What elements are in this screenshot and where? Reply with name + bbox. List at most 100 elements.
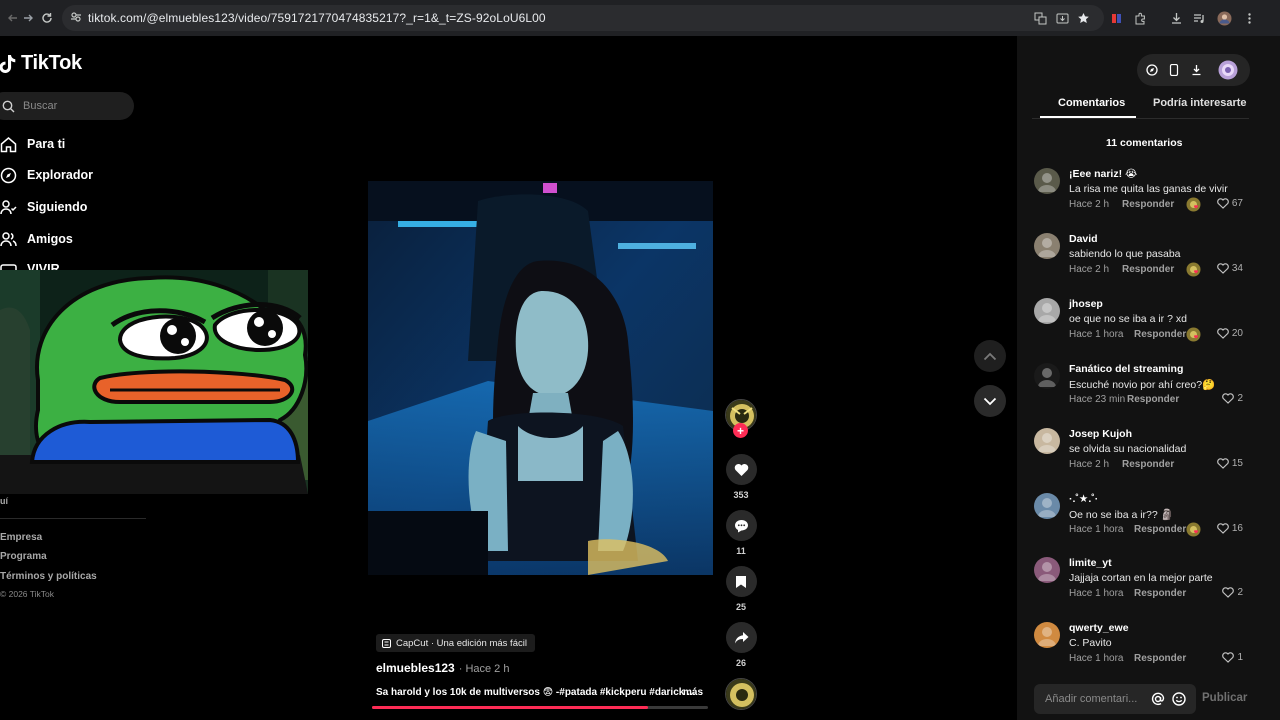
comment-like-count: 1 <box>1237 652 1243 663</box>
nav-item-siguiendo[interactable]: Siguiendo <box>0 197 87 217</box>
reply-button[interactable]: Responder <box>1122 459 1174 470</box>
capcut-badge[interactable]: CapCut · Una edición más fácil <box>376 634 535 652</box>
bookmark-star-icon[interactable] <box>1073 7 1095 29</box>
comment-like-button[interactable]: 2 <box>1222 587 1243 598</box>
translate-icon[interactable] <box>1030 7 1052 29</box>
comment-circle <box>725 510 757 541</box>
comment-item: ·.˚★.˚· Oe no se iba a ir?? 🗿 Hace 1 hora R… <box>1034 493 1249 543</box>
video-player[interactable] <box>368 181 713 575</box>
comment-avatar[interactable] <box>1034 168 1060 194</box>
emoji-icon[interactable] <box>1172 692 1186 706</box>
site-settings-icon[interactable] <box>70 11 82 23</box>
comment-username[interactable]: David <box>1069 233 1098 245</box>
comment-avatar[interactable] <box>1034 622 1060 648</box>
user-avatar[interactable] <box>1217 59 1239 81</box>
install-app-icon[interactable] <box>1052 7 1074 29</box>
comment-avatar[interactable] <box>1034 493 1060 519</box>
follow-plus-icon[interactable]: + <box>733 423 748 438</box>
download-icon[interactable] <box>1166 7 1188 29</box>
address-bar[interactable]: tiktok.com/@elmuebles123/video/759172177… <box>62 5 1104 31</box>
comment-like-button[interactable]: 1 <box>1222 652 1243 663</box>
reply-button[interactable]: Responder <box>1134 329 1186 340</box>
share-icon <box>734 631 748 643</box>
video-progress-bar[interactable] <box>372 706 708 709</box>
comment-username[interactable]: Fanático del streaming <box>1069 363 1183 375</box>
comment-username[interactable]: Josep Kujoh <box>1069 428 1132 440</box>
comment-like-button[interactable]: 20 <box>1217 328 1243 339</box>
sound-disc-button[interactable] <box>725 678 757 710</box>
footer-link-programa[interactable]: Programa <box>0 551 47 562</box>
comment-item: jhosep oe que no se iba a ir ? xd Hace 1 h… <box>1034 298 1249 348</box>
creator-avatar-button[interactable]: + <box>725 399 757 438</box>
nav-item-explorador[interactable]: Explorador <box>0 165 93 185</box>
tab-comentarios[interactable]: Comentarios <box>1058 97 1125 109</box>
tiktok-note-icon <box>0 54 16 73</box>
tab-podria-interesarte[interactable]: Podría interesarte <box>1153 97 1247 109</box>
comment-like-button[interactable]: 2 <box>1222 393 1243 404</box>
comment-count: 11 <box>736 546 746 556</box>
comment-avatar[interactable] <box>1034 428 1060 454</box>
author-username[interactable]: elmuebles123 <box>376 661 455 675</box>
reply-button[interactable]: Responder <box>1134 588 1186 599</box>
nav-item-amigos[interactable]: Amigos <box>0 229 73 249</box>
sound-disc-icon <box>725 678 757 710</box>
friends-icon <box>0 231 17 246</box>
comment-like-button[interactable]: 34 <box>1217 263 1243 274</box>
share-button[interactable]: 26 <box>725 622 757 668</box>
comment-username[interactable]: ·.˚★.˚· <box>1069 493 1098 505</box>
comment-like-button[interactable]: 15 <box>1217 458 1243 469</box>
footer-link-terminos[interactable]: Términos y políticas <box>0 571 97 582</box>
extension-colored-icon[interactable] <box>1106 7 1128 29</box>
publish-button[interactable]: Publicar <box>1202 692 1247 704</box>
profile-avatar-icon[interactable] <box>1214 7 1236 29</box>
comment-like-button[interactable]: 67 <box>1217 198 1243 209</box>
nav-item-para-ti[interactable]: Para ti <box>0 134 65 154</box>
reply-button[interactable]: Responder <box>1134 524 1186 535</box>
comment-time: Hace 1 hora <box>1069 653 1124 664</box>
url-text: tiktok.com/@elmuebles123/video/759172177… <box>88 11 546 25</box>
comment-avatar[interactable] <box>1034 363 1060 389</box>
comment-username[interactable]: ¡Eee nariz! 😭 <box>1069 168 1137 180</box>
compass-tool-icon[interactable] <box>1141 59 1163 81</box>
comment-text: oe que no se iba a ir ? xd <box>1069 313 1187 325</box>
comment-username[interactable]: limite_yt <box>1069 557 1112 569</box>
phone-icon[interactable] <box>1163 59 1185 81</box>
compass-icon <box>0 167 17 183</box>
browser-menu-icon[interactable] <box>1239 7 1261 29</box>
comment-avatar[interactable] <box>1034 298 1060 324</box>
previous-video-button[interactable] <box>974 340 1006 372</box>
comment-username[interactable]: qwerty_ewe <box>1069 622 1129 634</box>
like-button[interactable]: 353 <box>725 454 757 500</box>
download-video-icon[interactable] <box>1185 59 1207 81</box>
comment-avatar[interactable] <box>1034 233 1060 259</box>
browser-toolbar: tiktok.com/@elmuebles123/video/759172177… <box>0 0 1280 36</box>
search-input[interactable]: Buscar <box>0 92 134 120</box>
add-comment-input[interactable]: Añadir comentari... <box>1034 684 1196 714</box>
comment-button[interactable]: 11 <box>725 510 757 556</box>
capcut-badge-text: CapCut · Una edición más fácil <box>396 637 527 649</box>
more-button[interactable]: más <box>683 687 703 698</box>
extensions-icon[interactable] <box>1130 7 1152 29</box>
comment-like-count: 34 <box>1231 263 1243 274</box>
save-button[interactable]: 25 <box>725 566 757 612</box>
reload-icon[interactable] <box>36 7 58 29</box>
reply-button[interactable]: Responder <box>1122 264 1174 275</box>
comment-text: C. Pavito <box>1069 637 1112 649</box>
top-tools-group <box>1137 54 1250 86</box>
reply-button[interactable]: Responder <box>1127 394 1179 405</box>
tiktok-logo[interactable]: TikTok <box>0 52 82 75</box>
comment-like-button[interactable]: 16 <box>1217 523 1243 534</box>
comment-username[interactable]: jhosep <box>1069 298 1103 310</box>
mention-icon[interactable] <box>1151 692 1165 706</box>
comment-avatar[interactable] <box>1034 557 1060 583</box>
media-controls-icon[interactable] <box>1189 7 1211 29</box>
creator-liked-badge <box>1186 262 1201 277</box>
reply-button[interactable]: Responder <box>1122 199 1174 210</box>
reply-button[interactable]: Responder <box>1134 653 1186 664</box>
comment-item: David sabiendo lo que pasaba Hace 2 h Respo… <box>1034 233 1249 283</box>
video-caption: Sa harold y los 10k de multiversos 😨 -#p… <box>376 687 696 698</box>
footer-link-empresa[interactable]: Empresa <box>0 532 42 543</box>
nav-label: Siguiendo <box>27 200 88 214</box>
comment-count-label: 11 comentarios <box>1106 137 1183 149</box>
next-video-button[interactable] <box>974 385 1006 417</box>
